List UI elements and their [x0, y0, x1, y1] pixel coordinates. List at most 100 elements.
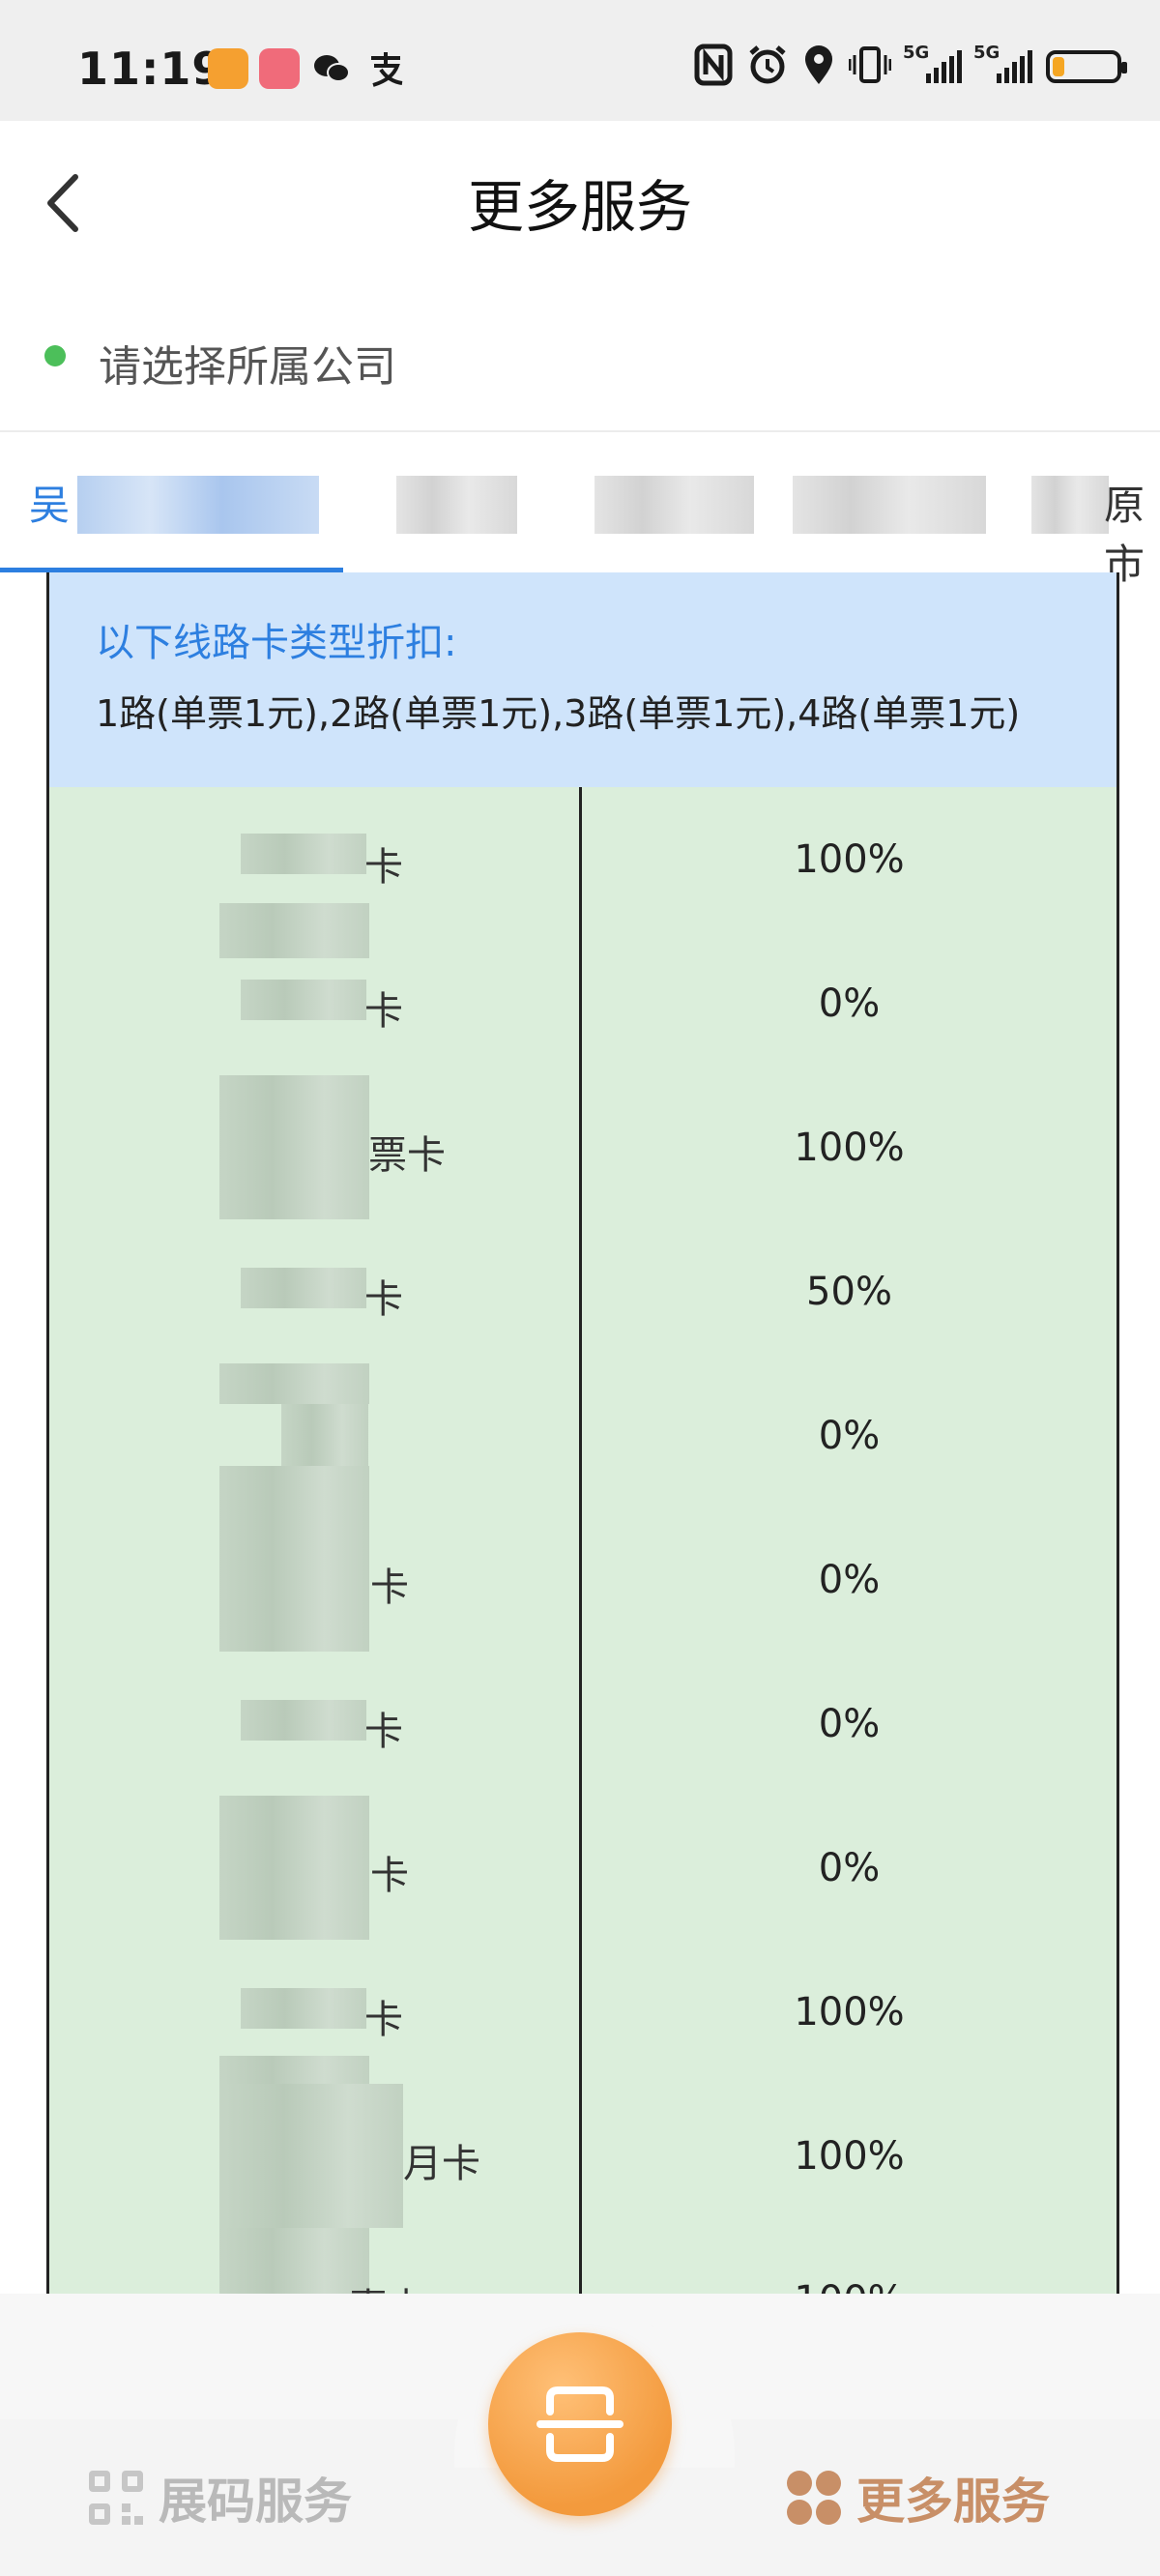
- discount-cell: 100%: [582, 2228, 1116, 2295]
- status-dot: [44, 345, 66, 366]
- company-select-label: 请选择所属公司: [99, 342, 396, 392]
- redacted-text: [219, 1363, 369, 1404]
- discount-cell: 0%: [818, 1413, 881, 1458]
- page-title: 更多服务: [467, 174, 692, 240]
- redacted-text: [594, 476, 754, 534]
- discount-cell: 100%: [794, 2133, 905, 2179]
- redacted-text: [793, 476, 986, 534]
- table-row: 卡 0%: [49, 1508, 1116, 1654]
- card-type-cell: [49, 1363, 582, 1508]
- bottom-nav: 展码服务 更多服务: [0, 2294, 1160, 2576]
- card-type-suffix: 卡: [370, 1566, 409, 1610]
- redacted-text: [219, 2084, 403, 2228]
- nav-label: 更多服务: [856, 2474, 1050, 2530]
- table-row: 0%: [49, 1363, 1116, 1510]
- status-bar: 11:19 5G 5G: [0, 0, 1160, 121]
- qr-code-icon: [89, 2471, 143, 2525]
- redacted-text: [241, 980, 366, 1020]
- redacted-text: [219, 1508, 369, 1652]
- discount-cell: 0%: [818, 1557, 881, 1602]
- nfc-icon: [694, 44, 733, 90]
- redacted-text: [219, 903, 369, 931]
- card-type-cell: 卡: [49, 1796, 582, 1940]
- tab-company-2[interactable]: [387, 432, 532, 572]
- card-type-suffix: 卡: [364, 1710, 403, 1754]
- wechat-icon: [311, 48, 352, 89]
- card-type-cell: 月卡: [49, 2084, 582, 2228]
- route-notice: 以下线路卡类型折扣: 1路(单票1元),2路(单票1元),3路(单票1元),4路…: [49, 572, 1116, 790]
- card-type-cell: 票卡: [49, 1075, 582, 1219]
- discount-cell: 0%: [818, 1701, 881, 1746]
- card-type-suffix: 惠卡: [349, 2276, 426, 2294]
- card-type-suffix: 票卡: [368, 1133, 446, 1178]
- discount-cell: 0%: [818, 981, 881, 1026]
- card-type-cell: 卡: [49, 1940, 582, 2084]
- redacted-text: [219, 1796, 369, 1940]
- redacted-text: [281, 1404, 368, 1466]
- redacted-text: [241, 1700, 366, 1741]
- discount-table: 以下线路卡类型折扣: 1路(单票1元),2路(单票1元),3路(单票1元),4路…: [46, 572, 1119, 2294]
- table-row: 卡 100%: [49, 787, 1116, 934]
- card-type-suffix: 卡: [364, 845, 403, 890]
- redacted-text: [219, 931, 369, 958]
- redacted-text: [219, 1466, 369, 1508]
- redacted-text: [241, 834, 366, 874]
- alarm-icon: [746, 44, 789, 90]
- scan-icon: [536, 2386, 624, 2462]
- battery-icon: [1046, 50, 1127, 83]
- card-type-cell: 卡: [49, 1652, 582, 1796]
- scan-button[interactable]: [488, 2332, 672, 2516]
- company-tabs: 吴 原市: [0, 432, 1160, 588]
- company-selector[interactable]: 请选择所属公司: [0, 285, 1160, 432]
- tab-company-1[interactable]: 吴: [0, 432, 343, 572]
- card-type-cell: 卡: [49, 787, 582, 931]
- table-row: 月卡 100%: [49, 2084, 1116, 2231]
- notice-routes: 1路(单票1元),2路(单票1元),3路(单票1元),4路(单票1元): [96, 692, 1021, 735]
- card-type-cell: 惠卡: [49, 2228, 582, 2294]
- table-row: 卡 100%: [49, 1940, 1116, 2087]
- card-type-suffix: 卡: [370, 1854, 409, 1898]
- redacted-text: [1031, 476, 1109, 534]
- 5g-signal-icon: 5G: [903, 43, 962, 83]
- nav-more-services[interactable]: 更多服务: [785, 2463, 1050, 2532]
- grid-clover-icon: [787, 2471, 841, 2525]
- discount-cell: 0%: [818, 1845, 881, 1890]
- card-type-suffix: 卡: [364, 1277, 403, 1322]
- card-type-suffix: 月卡: [403, 2142, 480, 2186]
- table-row: 卡 0%: [49, 1652, 1116, 1799]
- notice-title: 以下线路卡类型折扣:: [96, 621, 457, 665]
- redacted-text: [241, 1988, 366, 2029]
- redacted-text: [219, 1075, 369, 1219]
- redacted-text: [396, 476, 517, 534]
- card-type-cell: 卡: [49, 931, 582, 1075]
- page-header: 更多服务: [0, 121, 1160, 285]
- table-row: 卡 0%: [49, 1796, 1116, 1943]
- redacted-text: [219, 2228, 369, 2294]
- card-type-suffix: 卡: [364, 989, 403, 1034]
- location-icon: [802, 44, 835, 90]
- status-time: 11:19: [77, 43, 224, 95]
- tab-label: 吴: [29, 482, 71, 529]
- card-type-suffix: 卡: [364, 1998, 403, 2042]
- card-type-cell: 卡: [49, 1219, 582, 1363]
- card-type-cell: 卡: [49, 1508, 582, 1652]
- tab-company-5[interactable]: 原市: [1027, 432, 1160, 588]
- tab-company-3[interactable]: [590, 432, 764, 572]
- table-row: 卡 0%: [49, 931, 1116, 1078]
- vibrate-icon: [848, 44, 892, 90]
- nav-show-code[interactable]: 展码服务: [87, 2463, 352, 2532]
- discount-cell: 50%: [806, 1269, 892, 1314]
- table-row: 票卡 100%: [49, 1075, 1116, 1222]
- table-row: 惠卡 100%: [49, 2228, 1116, 2294]
- shopping-618-icon: [259, 48, 300, 89]
- redacted-text: [241, 1268, 366, 1308]
- nav-label: 展码服务: [159, 2474, 352, 2530]
- shield-app-icon: [208, 48, 248, 89]
- discount-cell: 100%: [794, 1125, 905, 1170]
- discount-cell: 100%: [794, 1989, 905, 2034]
- redacted-text: [77, 476, 319, 534]
- discount-cell: 100%: [794, 836, 905, 882]
- redacted-text: [219, 2056, 369, 2084]
- tab-company-4[interactable]: [788, 432, 996, 572]
- table-row: 卡 50%: [49, 1219, 1116, 1366]
